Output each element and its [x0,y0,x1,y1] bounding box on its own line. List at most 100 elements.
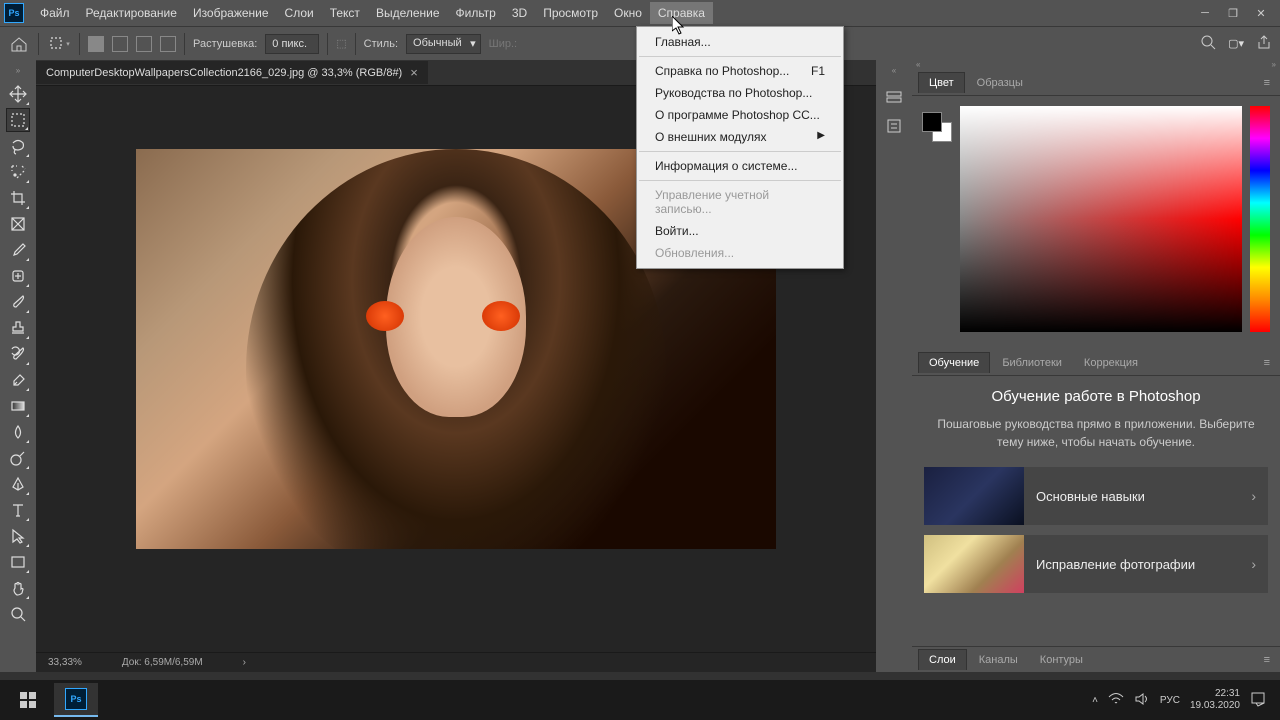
collapse-icon[interactable]: « [916,60,920,70]
hue-slider[interactable] [1250,106,1270,332]
status-chevron-icon[interactable]: › [243,657,246,668]
share-icon[interactable] [1256,34,1272,53]
tab-channels[interactable]: Каналы [969,650,1028,670]
feather-label: Растушевка: [193,38,257,50]
history-panel-icon[interactable] [884,88,904,108]
panel-options-icon[interactable]: ≡ [1260,77,1274,89]
menu-файл[interactable]: Файл [32,2,78,24]
color-picker[interactable] [960,106,1242,332]
menu-updates: Обновления... [637,242,843,264]
foreground-color[interactable] [922,112,942,132]
properties-panel-icon[interactable] [884,116,904,136]
tray-chevron-icon[interactable]: ˄ [1092,695,1098,706]
zoom-level[interactable]: 33,33% [48,657,82,668]
home-icon[interactable] [8,34,30,54]
healing-tool[interactable] [6,264,30,288]
close-button[interactable]: ✕ [1252,4,1270,22]
tab-swatches[interactable]: Образцы [967,73,1033,93]
tab-adjustments[interactable]: Коррекция [1074,353,1148,373]
menu-текст[interactable]: Текст [322,2,368,24]
notifications-icon[interactable] [1250,691,1266,710]
tab-libraries[interactable]: Библиотеки [992,353,1072,373]
history-brush-tool[interactable] [6,342,30,366]
panels-dock: « » Цвет Образцы ≡ Обучение Библиотеки Ко… [912,60,1280,672]
learn-title: Обучение работе в Photoshop [924,388,1268,405]
menu-изображение[interactable]: Изображение [185,2,277,24]
path-select-tool[interactable] [6,524,30,548]
expand-icon[interactable]: » [1272,60,1276,70]
chevron-right-icon: › [1251,556,1268,572]
menu-окно[interactable]: Окно [606,2,650,24]
marquee-tool[interactable] [6,108,30,132]
selection-intersect-icon[interactable] [160,36,176,52]
search-icon[interactable] [1200,34,1216,53]
start-button[interactable] [6,683,50,717]
menu-plugins[interactable]: О внешних модулях▶ [637,126,843,148]
menu-3d[interactable]: 3D [504,2,535,24]
taskbar-photoshop[interactable]: Ps [54,683,98,717]
frame-tool[interactable] [6,212,30,236]
quick-select-tool[interactable] [6,160,30,184]
shape-tool[interactable] [6,550,30,574]
blur-tool[interactable] [6,420,30,444]
panel-options-icon[interactable]: ≡ [1260,357,1274,369]
color-swatch[interactable] [922,112,952,142]
zoom-tool[interactable] [6,602,30,626]
selection-subtract-icon[interactable] [136,36,152,52]
wifi-icon[interactable] [1108,692,1124,709]
menu-слои[interactable]: Слои [277,2,322,24]
learn-panel-tabs: Обучение Библиотеки Коррекция ≡ [912,350,1280,376]
crop-tool[interactable] [6,186,30,210]
lesson-card-basics[interactable]: Основные навыки › [924,467,1268,525]
menu-sysinfo[interactable]: Информация о системе... [637,155,843,177]
menu-home[interactable]: Главная... [637,31,843,53]
tab-color[interactable]: Цвет [918,72,965,93]
feather-input[interactable] [265,34,319,54]
tab-learn[interactable]: Обучение [918,352,990,373]
menu-выделение[interactable]: Выделение [368,2,448,24]
menu-просмотр[interactable]: Просмотр [535,2,606,24]
minimize-button[interactable]: ─ [1196,4,1214,22]
eyedropper-tool[interactable] [6,238,30,262]
eraser-tool[interactable] [6,368,30,392]
move-tool[interactable] [6,82,30,106]
stamp-tool[interactable] [6,316,30,340]
menu-редактирование[interactable]: Редактирование [78,2,185,24]
type-tool[interactable] [6,498,30,522]
style-label: Стиль: [364,38,398,50]
antialias-icon[interactable]: ⬚ [336,37,346,50]
clock[interactable]: 22:31 19.03.2020 [1190,688,1240,712]
maximize-button[interactable]: ❐ [1224,4,1242,22]
learn-description: Пошаговые руководства прямо в приложении… [924,415,1268,451]
status-bar: 33,33% Док: 6,59M/6,59M › [36,652,876,672]
learn-panel: Обучение работе в Photoshop Пошаговые ру… [912,376,1280,646]
menu-guides[interactable]: Руководства по Photoshop... [637,82,843,104]
menu-login[interactable]: Войти... [637,220,843,242]
lesson-card-retouch[interactable]: Исправление фотографии › [924,535,1268,593]
pen-tool[interactable] [6,472,30,496]
tool-preset[interactable]: ▾ [47,32,71,56]
tab-layers[interactable]: Слои [918,649,967,670]
language-indicator[interactable]: РУС [1160,695,1180,706]
document-tab[interactable]: ComputerDesktopWallpapersCollection2166_… [36,61,428,84]
dodge-tool[interactable] [6,446,30,470]
lasso-tool[interactable] [6,134,30,158]
selection-new-icon[interactable] [88,36,104,52]
volume-icon[interactable] [1134,692,1150,709]
expand-icon[interactable]: « [889,66,899,80]
panel-options-icon[interactable]: ≡ [1260,654,1274,666]
hand-tool[interactable] [6,576,30,600]
menu-фильтр[interactable]: Фильтр [448,2,504,24]
lesson-thumbnail [924,467,1024,525]
expand-icon[interactable]: » [13,66,23,80]
selection-add-icon[interactable] [112,36,128,52]
gradient-tool[interactable] [6,394,30,418]
menu-photoshop-help[interactable]: Справка по Photoshop...F1 [637,60,843,82]
brush-tool[interactable] [6,290,30,314]
menu-about[interactable]: О программе Photoshop CC... [637,104,843,126]
chevron-right-icon: › [1251,488,1268,504]
tab-close-icon[interactable]: × [410,65,418,80]
style-select[interactable]: Обычный ▾ [406,34,481,54]
workspace-icon[interactable]: ▢▾ [1228,37,1244,50]
tab-paths[interactable]: Контуры [1030,650,1093,670]
